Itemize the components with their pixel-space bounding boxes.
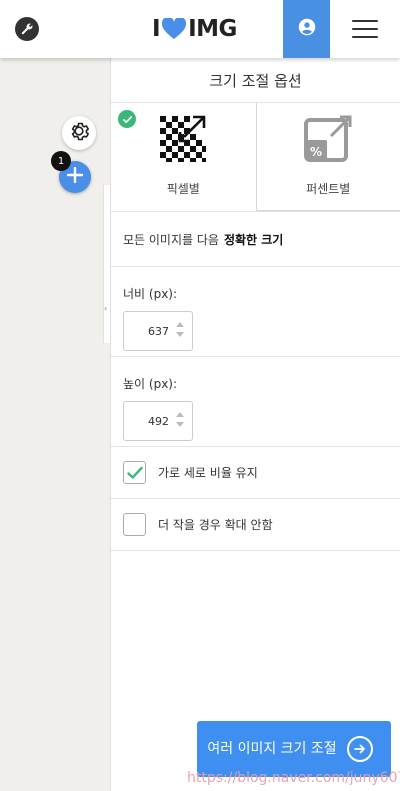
width-field-block: 너비 (px): 637: [111, 267, 400, 357]
user-icon: [298, 18, 316, 40]
svg-text:%: %: [310, 145, 322, 159]
height-stepper[interactable]: [176, 412, 184, 427]
resize-instruction: 모든 이미지를 다음 정확한 크기: [111, 212, 400, 267]
heart-icon: [161, 18, 187, 40]
settings-button[interactable]: [62, 116, 96, 150]
logo-text-i: I: [152, 16, 161, 42]
file-count-badge: 1: [51, 151, 71, 171]
top-header: I IMG: [0, 0, 400, 58]
height-value: 492: [148, 414, 169, 428]
height-input[interactable]: 492: [123, 401, 193, 441]
mode-by-percentage[interactable]: % 퍼센트별: [255, 103, 400, 211]
resize-options-panel: 크기 조절 옵션 픽셀별 % 퍼센트별 모든 이미지를 다음 정확한 크기 너비…: [110, 58, 400, 791]
decrement-arrow-icon[interactable]: [176, 422, 184, 427]
width-label: 너비 (px):: [123, 287, 178, 301]
resize-images-label: 여러 이미지 크기 조절: [207, 741, 337, 757]
no-enlarge-checkbox[interactable]: [123, 513, 146, 536]
mode-percent-label: 퍼센트별: [306, 182, 351, 196]
mode-by-pixels[interactable]: 픽셀별: [111, 103, 256, 211]
plus-icon: [66, 166, 84, 187]
instruction-text: 모든 이미지를 다음: [123, 232, 219, 247]
selected-check-icon: [118, 110, 136, 128]
wrench-icon[interactable]: [15, 17, 39, 41]
decrement-arrow-icon[interactable]: [176, 332, 184, 337]
mode-pixels-label: 픽셀별: [166, 182, 200, 196]
logo-text-img: IMG: [188, 16, 237, 42]
increment-arrow-icon[interactable]: [176, 322, 184, 327]
keep-ratio-checkbox[interactable]: [123, 461, 146, 484]
instruction-bold-text: 정확한 크기: [223, 232, 284, 247]
file-preview-strip: [103, 185, 110, 343]
ilovepdf-logo[interactable]: I IMG: [152, 14, 237, 44]
percent-resize-icon: %: [303, 114, 353, 168]
resize-images-button[interactable]: 여러 이미지 크기 조절: [197, 721, 391, 777]
gear-icon: [67, 119, 91, 147]
keep-ratio-option[interactable]: 가로 세로 비율 유지: [111, 447, 400, 499]
arrow-right-circle-icon: [347, 736, 373, 762]
width-input[interactable]: 637: [123, 311, 193, 351]
no-enlarge-label: 더 작을 경우 확대 안함: [158, 518, 273, 532]
pixel-resize-icon: [158, 114, 208, 168]
increment-arrow-icon[interactable]: [176, 412, 184, 417]
keep-ratio-label: 가로 세로 비율 유지: [158, 466, 258, 480]
collapse-arrow-icon[interactable]: ‹: [104, 304, 107, 313]
hamburger-menu-icon[interactable]: [352, 18, 378, 40]
height-field-block: 높이 (px): 492: [111, 357, 400, 447]
width-value: 637: [148, 324, 169, 338]
resize-mode-selector: 픽셀별 % 퍼센트별: [111, 103, 400, 212]
no-enlarge-option[interactable]: 더 작을 경우 확대 안함: [111, 499, 400, 551]
user-account-button[interactable]: [283, 0, 330, 58]
panel-title: 크기 조절 옵션: [111, 58, 400, 103]
height-label: 높이 (px):: [123, 377, 178, 391]
blog-watermark: https://blog.naver.com/juny607: [187, 770, 400, 786]
width-stepper[interactable]: [176, 322, 184, 337]
